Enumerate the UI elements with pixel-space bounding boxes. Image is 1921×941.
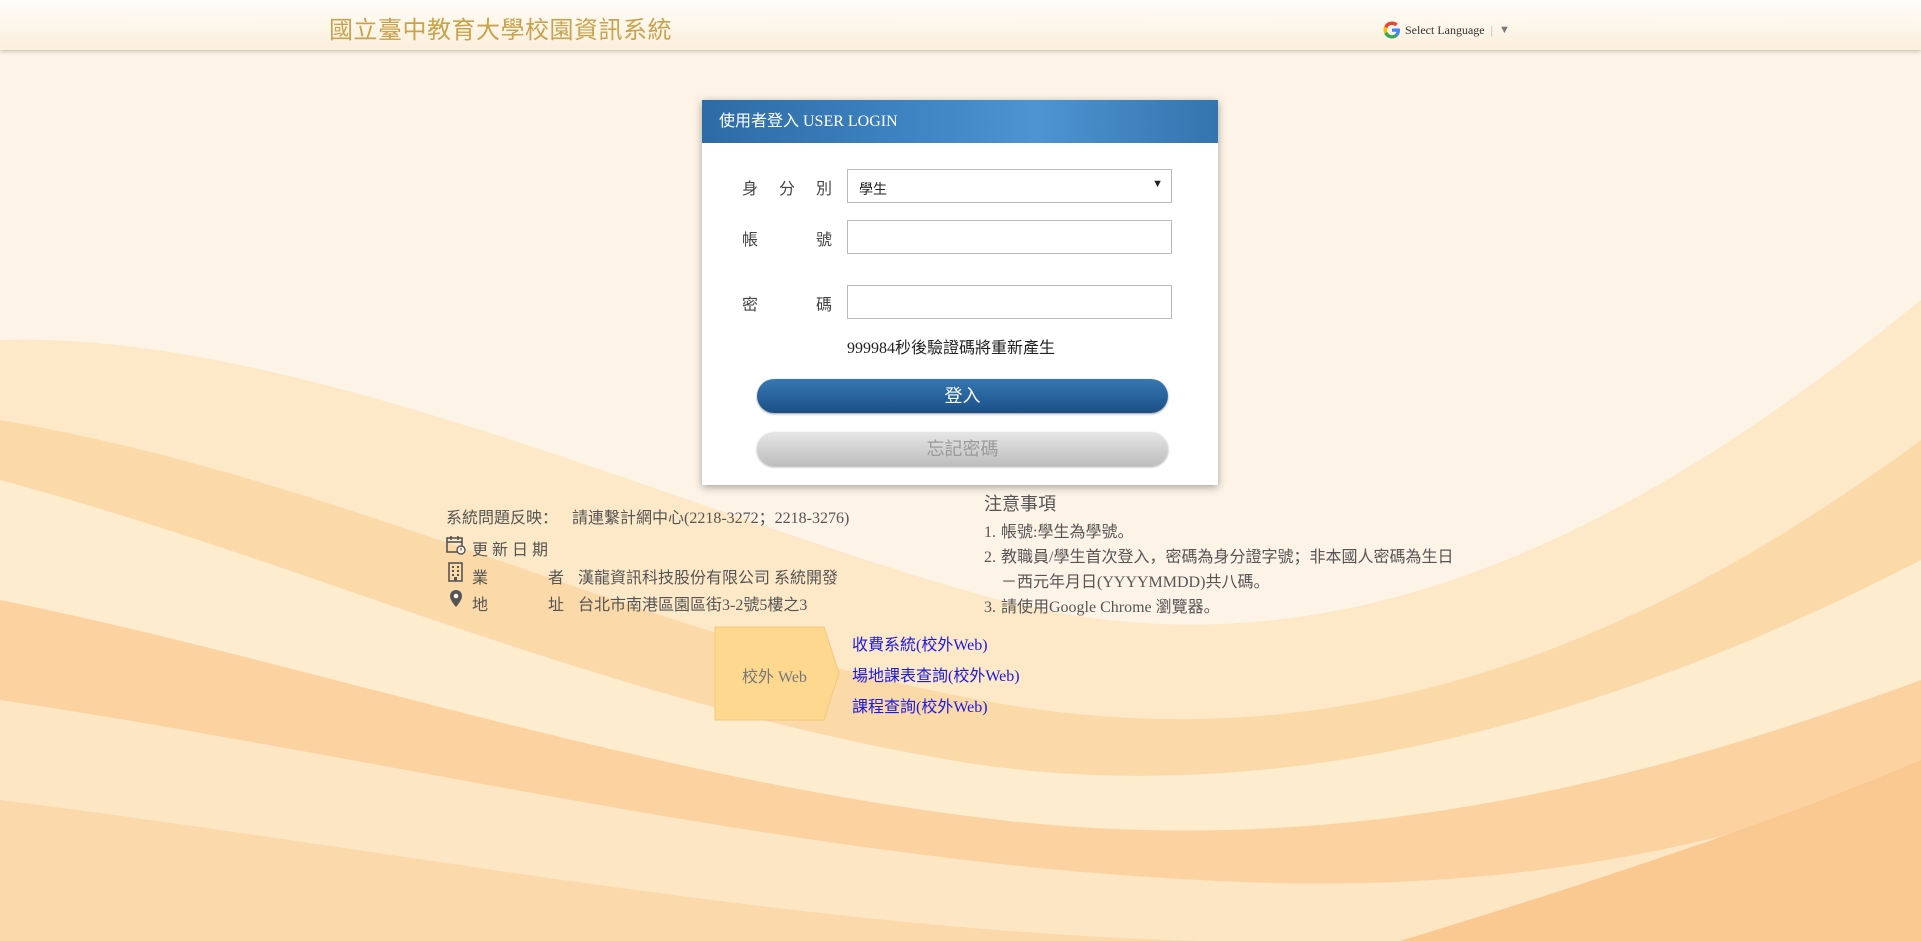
identity-select-value: 學生 — [859, 181, 887, 197]
external-web-label: 校外 Web — [742, 669, 807, 686]
language-separator: | — [1490, 22, 1494, 37]
account-label: 帳 號 — [742, 232, 832, 249]
developer-label: 業者 — [472, 570, 564, 587]
calendar-icon — [446, 536, 466, 555]
external-web-badge: 校外 Web — [714, 626, 840, 721]
notice-item: 1. 帳號:學生為學號。 — [984, 524, 1134, 541]
language-selector[interactable]: Select Language | ▼ — [1383, 21, 1510, 39]
building-icon — [448, 562, 463, 582]
google-icon — [1383, 21, 1400, 39]
login-panel: 使用者登入 USER LOGIN 身 分 別 學生 ▼ 帳 號 密 碼 9999… — [702, 100, 1218, 485]
notice-item: 3. 請使用Google Chrome 瀏覽器。 — [984, 599, 1220, 616]
account-input[interactable] — [847, 220, 1172, 254]
identity-select[interactable]: 學生 ▼ — [847, 169, 1172, 203]
update-date-line: 更 新 日 期 — [472, 536, 558, 560]
contact-label: 系統問題反映： — [446, 510, 559, 527]
link-venue-timetable[interactable]: 場地課表查詢(校外Web) — [852, 661, 1020, 692]
dropdown-arrow-icon: ▼ — [1152, 178, 1163, 190]
chevron-down-icon: ▼ — [1499, 24, 1510, 36]
forgot-password-button[interactable]: 忘記密碼 — [757, 432, 1168, 466]
login-button[interactable]: 登入 — [757, 379, 1168, 413]
language-label: Select Language — [1405, 22, 1485, 37]
captcha-countdown: 999984秒後驗證碼將重新產生 — [847, 340, 1056, 357]
password-label: 密 碼 — [742, 297, 832, 314]
address-label: 地址 — [472, 597, 564, 614]
password-input[interactable] — [847, 285, 1172, 319]
developer-line: 業者漢龍資訊科技股份有限公司 系統開發 — [472, 564, 838, 588]
contact-line: 系統問題反映： 請連繫計網中心(2218-3272；2218-3276) — [446, 504, 849, 528]
address-value: 台北市南港區園區街3-2號5樓之3 — [578, 597, 808, 614]
location-pin-icon — [450, 590, 462, 607]
top-header: 國立臺中教育大學校園資訊系統 Select Language | ▼ — [0, 0, 1921, 50]
update-date-label: 更 新 日 期 — [472, 542, 549, 559]
notice-title: 注意事項 — [984, 494, 1056, 514]
address-line: 地址台北市南港區園區街3-2號5樓之3 — [472, 591, 807, 615]
identity-label: 身 分 別 — [742, 181, 832, 198]
notice-list: 1. 帳號:學生為學號。 2. 教職員/學生首次登入，密碼為身分證字號；非本國人… — [984, 520, 1464, 620]
external-links: 收費系統(校外Web) 場地課表查詢(校外Web) 課程查詢(校外Web) — [852, 630, 1020, 723]
link-course-query[interactable]: 課程查詢(校外Web) — [852, 692, 1020, 723]
link-fee-system[interactable]: 收費系統(校外Web) — [852, 630, 1020, 661]
login-heading: 使用者登入 USER LOGIN — [702, 100, 1218, 143]
notice-item: 2. 教職員/學生首次登入，密碼為身分證字號；非本國人密碼為生日－西元年月日(Y… — [984, 549, 1454, 591]
developer-value: 漢龍資訊科技股份有限公司 系統開發 — [578, 570, 839, 587]
site-title: 國立臺中教育大學校園資訊系統 — [329, 18, 672, 44]
contact-value: 請連繫計網中心(2218-3272；2218-3276) — [572, 510, 850, 527]
